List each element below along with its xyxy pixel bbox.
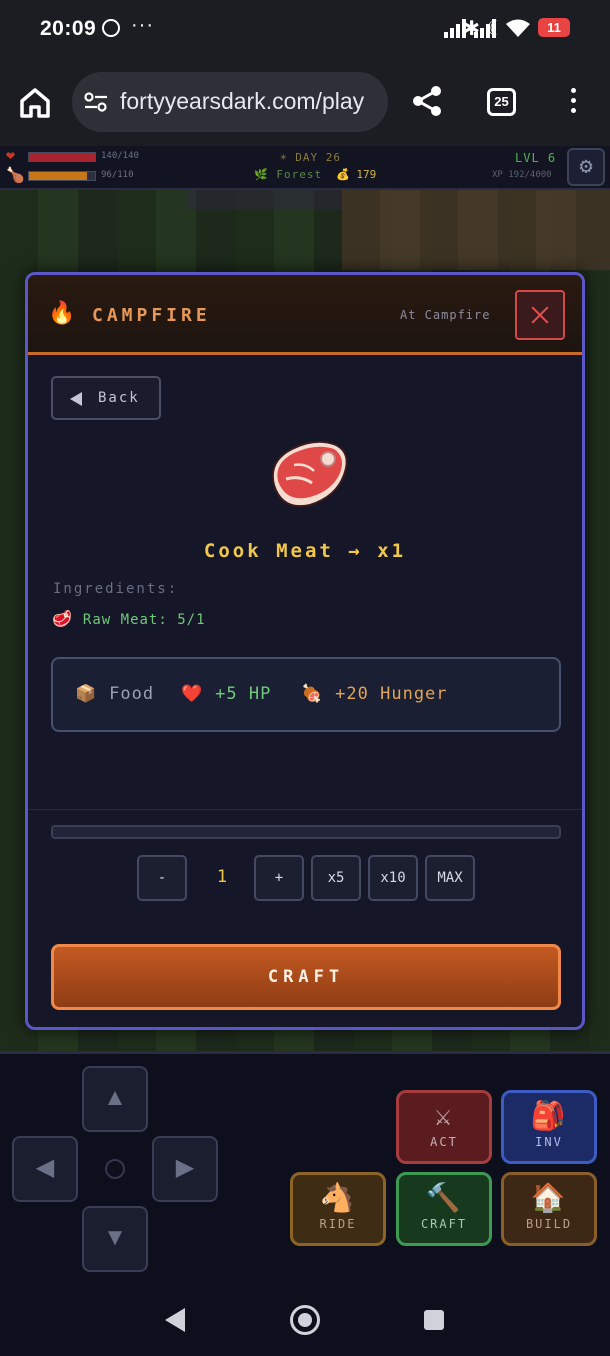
heart-icon: ❤️	[181, 684, 204, 704]
increase-quantity-button[interactable]: +	[254, 855, 304, 901]
wifi-icon	[506, 19, 530, 37]
quantity-max-button[interactable]: MAX	[425, 855, 475, 901]
level-label: LVL 6	[515, 151, 557, 165]
xp-label: XP 192/4000	[492, 170, 552, 180]
ride-button[interactable]: 🐴 RIDE	[290, 1172, 386, 1246]
nav-home-icon[interactable]	[290, 1305, 320, 1335]
act-button[interactable]: ⚔ ACT	[396, 1090, 492, 1164]
quantity-x5-button[interactable]: x5	[311, 855, 361, 901]
biome-label: 🌿 Forest	[254, 168, 323, 181]
address-bar[interactable]: fortyyearsdark.com/play	[72, 72, 388, 132]
ingredient-item: 🥩 Raw Meat: 5/1	[52, 609, 206, 628]
heart-icon: ❤	[6, 146, 16, 164]
package-icon: 📦	[75, 684, 98, 704]
decrease-quantity-button[interactable]: -	[137, 855, 187, 901]
home-icon[interactable]	[18, 86, 52, 120]
dpad-up-button[interactable]: ▲	[82, 1066, 148, 1132]
crossed-swords-icon: ⚔	[434, 1099, 454, 1132]
ingredients-label: Ingredients:	[53, 581, 179, 597]
campfire-modal: 🔥 CAMPFIRE At Campfire Back Cook Meat → …	[25, 272, 585, 1030]
close-icon[interactable]	[515, 290, 565, 340]
hammer-icon: 🔨	[425, 1181, 463, 1214]
url-text[interactable]: fortyyearsdark.com/play	[120, 88, 364, 115]
craft-progress-bar	[51, 825, 561, 839]
leaf-icon: 🌿	[254, 168, 269, 181]
signal-icon	[444, 18, 470, 38]
hp-effect: ❤️ +5 HP	[181, 684, 272, 704]
tab-switcher-button[interactable]: 25	[487, 88, 516, 116]
category-effect: 📦 Food	[75, 684, 155, 704]
dpad-left-button[interactable]: ◀	[12, 1136, 78, 1202]
whatsapp-icon	[102, 19, 120, 37]
fire-icon: 🔥	[48, 301, 76, 326]
craft-button[interactable]: CRAFT	[51, 944, 561, 1010]
nav-back-icon[interactable]	[165, 1308, 185, 1332]
signal-icon	[474, 18, 500, 38]
status-time: 20:09	[40, 17, 97, 40]
quantity-x10-button[interactable]: x10	[368, 855, 418, 901]
nav-recents-icon[interactable]	[424, 1310, 444, 1330]
craft-menu-button[interactable]: 🔨 CRAFT	[396, 1172, 492, 1246]
food-bar	[28, 171, 96, 181]
food-text: 96/110	[101, 170, 134, 180]
day-counter: ☀ DAY 26	[280, 151, 341, 164]
dpad-right-button[interactable]: ▶	[152, 1136, 218, 1202]
modal-title: CAMPFIRE	[92, 305, 211, 326]
dpad-down-button[interactable]: ▼	[82, 1206, 148, 1272]
game-controls: ▲ ◀ ▶ ▼ ⚔ ACT 🎒 INV 🐴 RIDE 🔨 CRAFT 🏠 BUI…	[0, 1054, 610, 1284]
modal-header: 🔥 CAMPFIRE At Campfire	[28, 275, 582, 355]
location-label: At Campfire	[400, 308, 491, 322]
back-button[interactable]: Back	[51, 376, 161, 420]
quantity-selector: - 1 + x5 x10 MAX	[28, 855, 582, 901]
sun-icon: ☀	[280, 151, 288, 164]
recipe-title: Cook Meat → x1	[203, 540, 407, 562]
hunger-effect: 🍖 +20 Hunger	[301, 684, 448, 704]
more-notifications-icon: ···	[131, 14, 154, 36]
drumstick-icon: 🍗	[6, 166, 25, 184]
money-bag-icon: 💰	[336, 168, 350, 181]
effects-panel: 📦 Food ❤️ +5 HP 🍖 +20 Hunger	[51, 657, 561, 732]
browser-menu-icon[interactable]	[566, 88, 580, 118]
gold-counter: 💰 179	[336, 168, 377, 181]
dpad-center	[105, 1159, 125, 1179]
game-hud: ❤ 140/140 🍗 96/110 ☀ DAY 26 🌿 Forest 💰 1…	[0, 146, 610, 190]
raw-meat-icon: 🥩	[52, 609, 73, 628]
meat-on-bone-icon: 🍖	[301, 684, 324, 704]
divider	[28, 809, 582, 810]
steak-icon	[271, 440, 348, 507]
backpack-icon: 🎒	[530, 1099, 568, 1132]
hp-text: 140/140	[101, 151, 139, 161]
share-icon[interactable]	[410, 84, 444, 118]
horse-icon: 🐴	[319, 1181, 357, 1214]
quantity-value: 1	[216, 867, 228, 887]
site-settings-icon[interactable]	[84, 92, 108, 112]
hp-bar	[28, 152, 96, 162]
status-bar: 20:09 ··· ✱☾ 11	[0, 0, 610, 58]
settings-gear-icon[interactable]: ⚙	[567, 148, 605, 186]
house-icon: 🏠	[530, 1181, 568, 1214]
inventory-button[interactable]: 🎒 INV	[501, 1090, 597, 1164]
build-button[interactable]: 🏠 BUILD	[501, 1172, 597, 1246]
browser-toolbar: fortyyearsdark.com/play 25	[0, 58, 610, 146]
battery-icon: 11	[538, 18, 570, 37]
back-arrow-icon	[70, 392, 82, 406]
system-nav-bar	[0, 1284, 610, 1356]
